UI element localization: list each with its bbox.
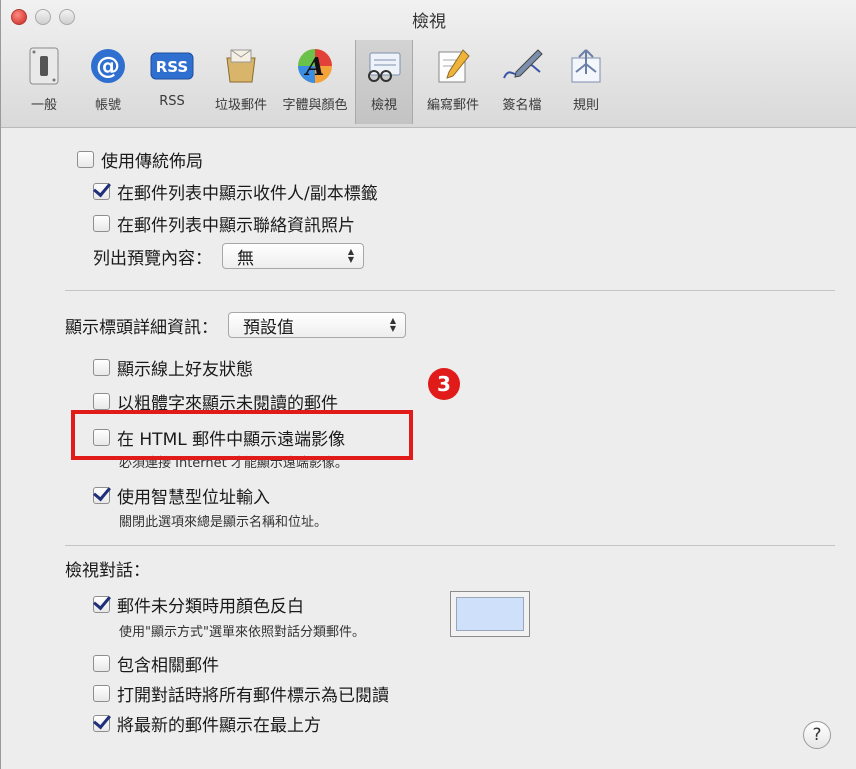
smart-addresses-note: 關閉此選項來總是顯示名稱和位址。 (119, 515, 328, 530)
svg-text:A: A (304, 52, 325, 81)
classic-layout-option[interactable]: 使用傳統佈局 (77, 147, 203, 172)
show-to-cc-checkbox[interactable] (93, 183, 110, 200)
tab-fonts-colors[interactable]: A 字體與顏色 (281, 40, 349, 124)
help-button[interactable]: ? (803, 721, 831, 749)
show-to-cc-option[interactable]: 在郵件列表中顯示收件人/副本標籤 (93, 179, 378, 204)
annotation-step-badge: 3 (428, 368, 460, 400)
fonts-colors-icon: A (293, 44, 337, 88)
header-detail-row: 顯示標頭詳細資訊： 預設值 ▲ ▼ (65, 312, 406, 338)
preview-select-value: 無 (237, 248, 254, 269)
svg-text:RSS: RSS (156, 58, 188, 76)
highlight-color-label: 郵件未分類時用顏色反白 (117, 597, 304, 617)
junk-mail-icon (219, 44, 263, 88)
header-detail-label: 顯示標頭詳細資訊： (65, 317, 218, 338)
tab-accounts[interactable]: @ 帳號 (79, 40, 137, 124)
newest-on-top-label: 將最新的郵件顯示在最上方 (117, 716, 321, 736)
compose-icon (431, 44, 475, 88)
tab-composing[interactable]: 編寫郵件 (419, 40, 487, 124)
classic-layout-checkbox[interactable] (77, 151, 94, 168)
window-title: 檢視 (412, 12, 446, 32)
preview-label: 列出預覽內容： (93, 248, 212, 269)
highlight-color-swatch (456, 597, 524, 631)
mark-read-checkbox[interactable] (93, 685, 110, 702)
tab-signatures[interactable]: 簽名檔 (493, 40, 551, 124)
smart-addresses-label: 使用智慧型位址輸入 (117, 488, 270, 508)
preview-select[interactable]: 無 ▲ ▼ (222, 243, 364, 269)
online-buddy-label: 顯示線上好友狀態 (117, 360, 253, 380)
online-buddy-option[interactable]: 顯示線上好友狀態 (93, 355, 253, 380)
include-related-option[interactable]: 包含相關郵件 (93, 651, 219, 676)
tab-rss[interactable]: RSS RSS (143, 40, 201, 124)
highlight-color-note: 使用"顯示方式"選單來依照對話分類郵件。 (119, 625, 365, 640)
contact-photos-checkbox[interactable] (93, 215, 110, 232)
tab-viewing[interactable]: 檢視 (355, 40, 413, 124)
classic-layout-label: 使用傳統佈局 (101, 152, 203, 172)
conversation-title-label: 檢視對話： (65, 561, 150, 581)
smart-addresses-option[interactable]: 使用智慧型位址輸入 (93, 483, 270, 508)
bold-unread-checkbox[interactable] (93, 393, 110, 410)
mark-read-option[interactable]: 打開對話時將所有郵件標示為已閱讀 (93, 681, 389, 706)
stepper-arrows-icon: ▲ ▼ (347, 247, 354, 264)
signature-icon (500, 44, 544, 88)
viewing-icon (362, 44, 406, 88)
conversation-section-title: 檢視對話： (65, 556, 150, 581)
header-detail-select-value: 預設值 (243, 317, 294, 338)
contact-photos-label: 在郵件列表中顯示聯絡資訊照片 (117, 216, 355, 236)
highlight-color-option[interactable]: 郵件未分類時用顏色反白 (93, 592, 304, 617)
include-related-label: 包含相關郵件 (117, 656, 219, 676)
highlight-color-checkbox[interactable] (93, 596, 110, 613)
newest-on-top-checkbox[interactable] (93, 715, 110, 732)
online-buddy-checkbox[interactable] (93, 359, 110, 376)
header-detail-select[interactable]: 預設值 ▲ ▼ (228, 312, 406, 338)
rss-icon: RSS (150, 44, 194, 88)
preview-row: 列出預覽內容： 無 ▲ ▼ (93, 243, 364, 269)
svg-text:@: @ (96, 52, 120, 80)
title-bar: 檢視 一般 @ 帳號 RSS RSS 垃圾郵件 A 字體與顏色 檢視 編寫郵件 … (1, 0, 856, 128)
contact-photos-option[interactable]: 在郵件列表中顯示聯絡資訊照片 (93, 211, 355, 236)
tab-rules[interactable]: 規則 (557, 40, 615, 124)
show-to-cc-label: 在郵件列表中顯示收件人/副本標籤 (117, 184, 378, 204)
newest-on-top-option[interactable]: 將最新的郵件顯示在最上方 (93, 711, 321, 736)
tab-junk-mail[interactable]: 垃圾郵件 (207, 40, 275, 124)
include-related-checkbox[interactable] (93, 655, 110, 672)
highlight-color-well[interactable] (450, 591, 530, 637)
section-divider (65, 290, 835, 291)
mail-preferences-window: 檢視 一般 @ 帳號 RSS RSS 垃圾郵件 A 字體與顏色 檢視 編寫郵件 … (0, 0, 856, 769)
smart-addresses-checkbox[interactable] (93, 487, 110, 504)
tab-general[interactable]: 一般 (15, 40, 73, 124)
annotation-highlight-box (71, 410, 413, 460)
stepper-arrows-icon: ▲ ▼ (389, 316, 396, 333)
preferences-toolbar: 一般 @ 帳號 RSS RSS 垃圾郵件 A 字體與顏色 檢視 編寫郵件 簽名檔… (15, 40, 621, 124)
rules-icon (564, 44, 608, 88)
at-sign-icon: @ (86, 44, 130, 88)
mark-read-label: 打開對話時將所有郵件標示為已閱讀 (117, 686, 389, 706)
section-divider (65, 545, 835, 546)
switch-icon (22, 44, 66, 88)
